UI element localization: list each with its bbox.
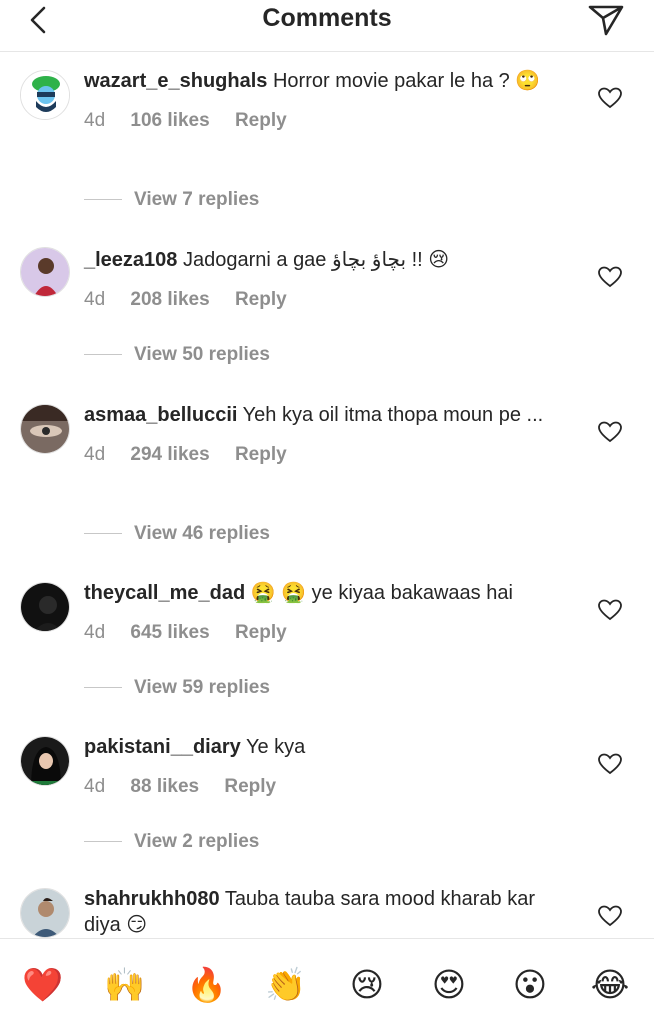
comment-message: 🤮 🤮 ye kiyaa bakawaas hai xyxy=(250,582,513,604)
comment-text: pakistani__diary Ye kya xyxy=(84,734,562,760)
heart-eyes-emoji-button[interactable]: 😍 xyxy=(429,965,469,1005)
avatar[interactable] xyxy=(20,70,70,120)
fire-emoji-button[interactable]: 🔥 xyxy=(186,965,227,1005)
divider-line xyxy=(84,533,122,535)
timestamp: 4d xyxy=(84,444,106,465)
timestamp: 4d xyxy=(84,622,106,643)
heart-icon[interactable] xyxy=(598,599,622,621)
avatar[interactable] xyxy=(20,582,70,632)
comments-list[interactable]: wazart_e_shughals Horror movie pakar le … xyxy=(0,52,654,938)
avatar[interactable] xyxy=(20,247,70,297)
divider-line xyxy=(84,354,122,356)
emoji-reaction-bar: ❤️ 🙌 🔥 👏 😢 😍 😮 😂 xyxy=(0,938,654,1024)
likes-count[interactable]: 645 likes xyxy=(130,622,209,644)
tears-of-joy-emoji-button[interactable]: 😂 xyxy=(590,965,630,1005)
comment-meta: 4d 88 likes Reply xyxy=(84,776,562,798)
comment-item: _leeza108 Jadogarni a gae بچاؤ بچاؤ !! 😢… xyxy=(0,207,654,365)
divider-line xyxy=(84,687,122,689)
comment-text: asmaa_belluccii Yeh kya oil itma thopa m… xyxy=(84,402,562,428)
comment-message: Jadogarni a gae بچاؤ بچاؤ !! xyxy=(182,249,423,271)
heart-icon[interactable] xyxy=(598,753,622,775)
page-title: Comments xyxy=(262,4,392,32)
heart-icon[interactable] xyxy=(598,87,622,109)
username[interactable]: asmaa_belluccii xyxy=(84,404,237,426)
comment-text: wazart_e_shughals Horror movie pakar le … xyxy=(84,68,562,94)
comment-meta: 4d 294 likes Reply xyxy=(84,444,562,466)
comment-item: shahrukhh080 Tauba tauba sara mood khara… xyxy=(0,848,654,938)
timestamp: 4d xyxy=(84,776,106,797)
likes-count[interactable]: 294 likes xyxy=(130,444,209,466)
avatar[interactable] xyxy=(20,404,70,454)
likes-count[interactable]: 208 likes xyxy=(130,289,209,311)
comment-meta: 4d 645 likes Reply xyxy=(84,622,562,644)
comment-message: Ye kya xyxy=(245,736,306,758)
comment-item: wazart_e_shughals Horror movie pakar le … xyxy=(0,52,654,210)
username[interactable]: pakistani__diary xyxy=(84,736,241,758)
comment-message: Horror movie pakar le ha ? xyxy=(272,70,510,92)
comment-text: shahrukhh080 Tauba tauba sara mood khara… xyxy=(84,886,562,938)
comment-text: theycall_me_dad 🤮 🤮 ye kiyaa bakawaas ha… xyxy=(84,580,562,606)
likes-count[interactable]: 88 likes xyxy=(130,776,199,798)
username[interactable]: _leeza108 xyxy=(84,249,177,271)
username[interactable]: wazart_e_shughals xyxy=(84,70,267,92)
comment-emoji: 🙄 xyxy=(515,70,541,92)
header-bar: Comments xyxy=(0,0,654,52)
reply-button[interactable]: Reply xyxy=(235,110,287,132)
raising-hands-emoji-button[interactable]: 🙌 xyxy=(104,965,145,1005)
comment-meta: 4d 106 likes Reply xyxy=(84,110,562,132)
heart-icon[interactable] xyxy=(598,905,622,927)
comment-item: asmaa_belluccii Yeh kya oil itma thopa m… xyxy=(0,362,654,544)
paper-plane-icon[interactable] xyxy=(586,2,626,38)
divider-line xyxy=(84,199,122,201)
likes-count[interactable]: 106 likes xyxy=(130,110,209,132)
divider-line xyxy=(84,841,122,843)
username[interactable]: shahrukhh080 xyxy=(84,888,220,910)
reply-button[interactable]: Reply xyxy=(224,776,276,798)
reply-button[interactable]: Reply xyxy=(235,444,287,466)
comment-item: theycall_me_dad 🤮 🤮 ye kiyaa bakawaas ha… xyxy=(0,540,654,698)
heart-icon[interactable] xyxy=(598,266,622,288)
comment-item: pakistani__diary Ye kya 4d 88 likes Repl… xyxy=(0,694,654,852)
reply-button[interactable]: Reply xyxy=(235,622,287,644)
red-heart-emoji-button[interactable]: ❤️ xyxy=(22,965,63,1005)
crying-face-emoji-button[interactable]: 😢 xyxy=(347,965,387,1005)
avatar[interactable] xyxy=(20,736,70,786)
heart-icon[interactable] xyxy=(598,421,622,443)
username[interactable]: theycall_me_dad xyxy=(84,582,245,604)
timestamp: 4d xyxy=(84,289,106,310)
reply-button[interactable]: Reply xyxy=(235,289,287,311)
timestamp: 4d xyxy=(84,110,106,131)
comment-meta: 4d 208 likes Reply xyxy=(84,289,562,311)
comment-emoji: 😏 xyxy=(126,914,148,936)
comment-text: _leeza108 Jadogarni a gae بچاؤ بچاؤ !! 😢 xyxy=(84,247,562,273)
surprised-face-emoji-button[interactable]: 😮 xyxy=(510,965,550,1005)
comment-message: Yeh kya oil itma thopa moun pe ... xyxy=(242,404,544,426)
comment-emoji: 😢 xyxy=(428,249,450,271)
avatar[interactable] xyxy=(20,888,70,938)
clapping-hands-emoji-button[interactable]: 👏 xyxy=(265,965,306,1005)
